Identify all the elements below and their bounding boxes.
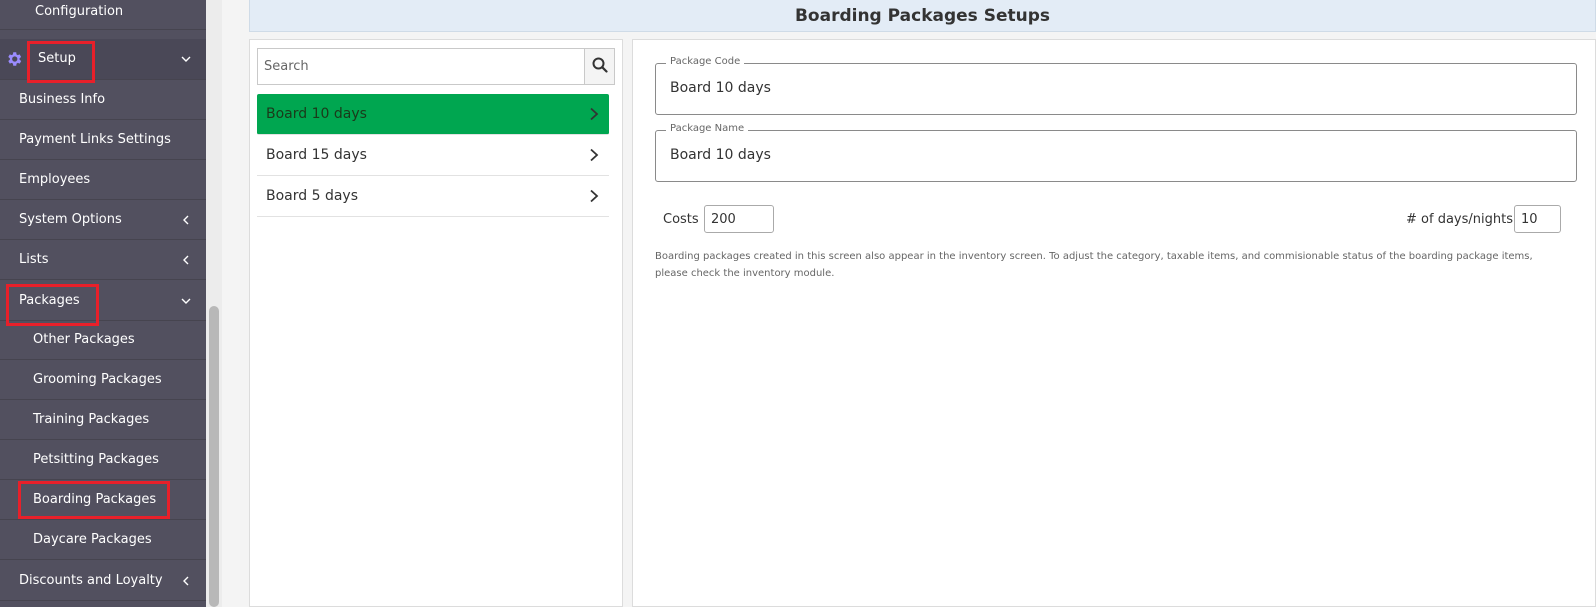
sidebar-item-label: Boarding Packages: [33, 492, 157, 507]
package-list-item-label: Board 15 days: [266, 147, 367, 163]
sidebar-item-employees[interactable]: Employees: [0, 160, 206, 200]
package-list-item-board-15-days[interactable]: Board 15 days: [257, 135, 609, 176]
package-list-item-board-5-days[interactable]: Board 5 days: [257, 176, 609, 217]
search-button[interactable]: [584, 48, 615, 85]
sidebar-item-training-packages[interactable]: Training Packages: [0, 400, 206, 440]
chevron-down-icon: [180, 295, 192, 307]
search-input[interactable]: [257, 48, 585, 85]
sidebar-item-discounts-and-loyalty[interactable]: Discounts and Loyalty: [0, 561, 206, 601]
inventory-note: Boarding packages created in this screen…: [655, 251, 1533, 279]
costs-label: Costs: [663, 212, 699, 227]
sidebar-item-label: Business Info: [19, 92, 106, 107]
sidebar-item-other-packages[interactable]: Other Packages: [0, 320, 206, 360]
sidebar: Configuration Setup Business Info Paymen…: [0, 0, 206, 607]
chevron-right-icon: [588, 107, 600, 121]
sidebar-item-system-options[interactable]: System Options: [0, 200, 206, 240]
package-name-field[interactable]: Package Name Board 10 days: [655, 123, 1577, 182]
sidebar-item-label: Grooming Packages: [33, 372, 162, 387]
sidebar-item-petsitting-packages[interactable]: Petsitting Packages: [0, 440, 206, 480]
days-nights-input[interactable]: [1514, 205, 1561, 233]
sidebar-item-daycare-packages[interactable]: Daycare Packages: [0, 520, 206, 560]
sidebar-item-label: Configuration: [35, 4, 124, 19]
sidebar-item-business-info[interactable]: Business Info: [0, 80, 206, 120]
package-name-value[interactable]: Board 10 days: [670, 147, 771, 163]
package-name-label: Package Name: [666, 123, 749, 134]
sidebar-item-configuration[interactable]: Configuration: [0, 0, 206, 30]
sidebar-item-grooming-packages[interactable]: Grooming Packages: [0, 360, 206, 400]
sidebar-item-label: Setup: [38, 51, 76, 66]
chevron-left-icon: [180, 254, 192, 266]
gear-icon: [5, 50, 23, 68]
sidebar-item-label: Daycare Packages: [33, 532, 152, 547]
chevron-left-icon: [180, 575, 192, 587]
package-list-item-board-10-days[interactable]: Board 10 days: [257, 94, 609, 135]
sidebar-item-label: Payment Links Settings: [19, 132, 171, 147]
sidebar-item-packages[interactable]: Packages: [0, 281, 206, 321]
costs-input[interactable]: [704, 205, 774, 233]
chevron-right-icon: [588, 148, 600, 162]
page-title: Boarding Packages Setups: [794, 5, 1051, 26]
sidebar-item-label: Employees: [19, 172, 91, 187]
chevron-right-icon: [588, 189, 600, 203]
search-box: [257, 48, 615, 85]
sidebar-item-label: Training Packages: [33, 412, 150, 427]
chevron-down-icon: [180, 53, 192, 65]
sidebar-item-label: Other Packages: [33, 332, 135, 347]
days-nights-label: # of days/nights: [1406, 212, 1513, 227]
page-header: Boarding Packages Setups: [249, 0, 1596, 32]
package-code-field[interactable]: Package Code Board 10 days: [655, 56, 1577, 115]
sidebar-item-label: Petsitting Packages: [33, 452, 159, 467]
package-list-item-label: Board 10 days: [266, 106, 367, 122]
package-code-value[interactable]: Board 10 days: [670, 80, 771, 96]
sidebar-item-label: Packages: [19, 293, 80, 308]
sidebar-item-label: System Options: [19, 212, 122, 227]
package-list-item-label: Board 5 days: [266, 188, 358, 204]
chevron-left-icon: [180, 214, 192, 226]
package-detail-panel: [632, 39, 1596, 607]
sidebar-item-setup[interactable]: Setup: [0, 39, 206, 80]
sidebar-item-label: Lists: [19, 252, 49, 267]
sidebar-item-payment-links-settings[interactable]: Payment Links Settings: [0, 120, 206, 160]
sidebar-scrollbar-thumb[interactable]: [209, 306, 219, 607]
sidebar-item-lists[interactable]: Lists: [0, 240, 206, 280]
package-code-label: Package Code: [666, 56, 745, 67]
sidebar-item-boarding-packages[interactable]: Boarding Packages: [0, 480, 206, 520]
search-icon: [592, 57, 608, 77]
sidebar-item-label: Discounts and Loyalty: [19, 573, 163, 588]
